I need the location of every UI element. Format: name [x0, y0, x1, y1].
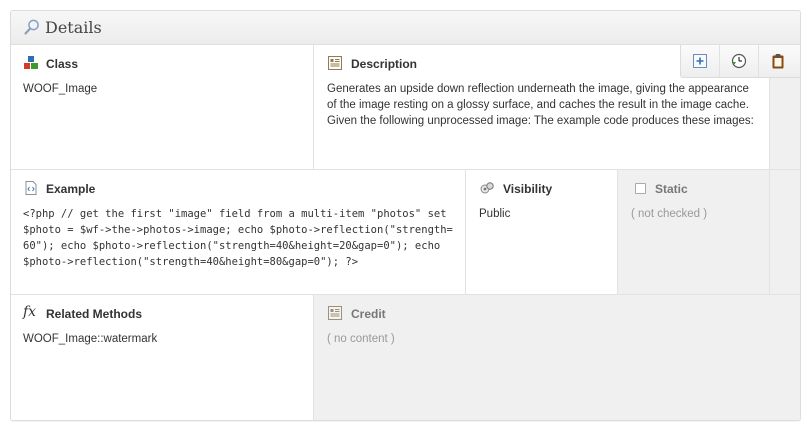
divider — [465, 170, 466, 294]
divider — [313, 295, 314, 420]
details-panel: Details Class WOOF_Image Description Gen… — [10, 10, 801, 421]
static-label: Static — [655, 182, 688, 196]
credit-value: ( no content ) — [327, 333, 395, 345]
code-file-icon — [25, 181, 37, 195]
visibility-icon — [480, 182, 494, 194]
divider — [313, 45, 314, 169]
class-label: Class — [46, 57, 79, 71]
clipboard-button[interactable] — [759, 45, 798, 77]
class-blocks-icon — [24, 56, 38, 69]
function-icon: fx — [23, 304, 37, 320]
row2-side — [770, 170, 800, 294]
panel-title: Details — [45, 18, 102, 37]
visibility-label: Visibility — [503, 182, 553, 196]
document-icon — [328, 56, 342, 70]
static-value: ( not checked ) — [631, 208, 708, 220]
plus-icon — [693, 54, 707, 68]
clipboard-icon — [772, 54, 784, 69]
visibility-value: Public — [479, 208, 511, 220]
class-value: WOOF_Image — [23, 83, 98, 95]
description-side — [770, 77, 800, 169]
credit-cell — [314, 295, 800, 420]
static-checkbox[interactable] — [635, 183, 646, 194]
example-label: Example — [46, 182, 96, 196]
description-value: Generates an upside down reflection unde… — [327, 83, 754, 127]
related-methods-value: WOOF_Image::watermark — [23, 333, 158, 345]
history-button[interactable] — [720, 45, 759, 77]
document-icon — [328, 306, 342, 320]
divider — [11, 169, 800, 170]
divider — [617, 170, 618, 294]
example-code: <?php // get the first "image" field fro… — [23, 208, 453, 268]
description-label: Description — [351, 57, 418, 71]
magnifier-icon — [24, 19, 39, 35]
add-button[interactable] — [681, 45, 720, 77]
credit-label: Credit — [351, 307, 386, 321]
divider — [769, 77, 770, 294]
related-methods-label: Related Methods — [46, 307, 143, 321]
clock-icon — [731, 53, 747, 69]
panel-header: Details — [11, 11, 800, 45]
field-toolbar — [680, 45, 800, 78]
divider — [11, 294, 800, 295]
